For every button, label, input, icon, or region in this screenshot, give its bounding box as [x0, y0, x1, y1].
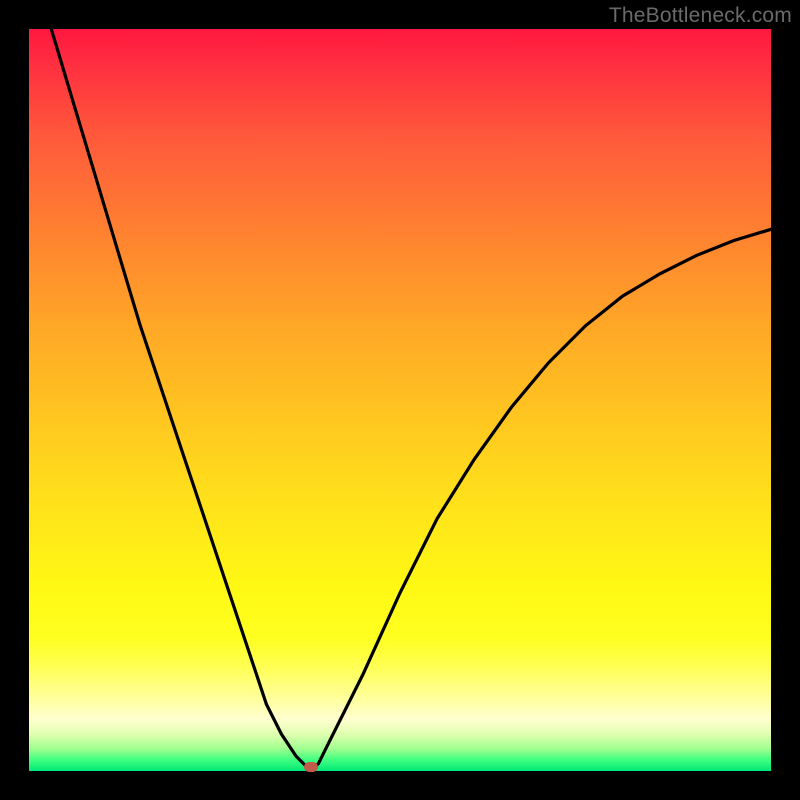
plot-area — [29, 29, 771, 771]
bottleneck-curve — [29, 29, 771, 771]
watermark-text: TheBottleneck.com — [609, 4, 792, 28]
optimal-point-marker — [304, 762, 318, 772]
